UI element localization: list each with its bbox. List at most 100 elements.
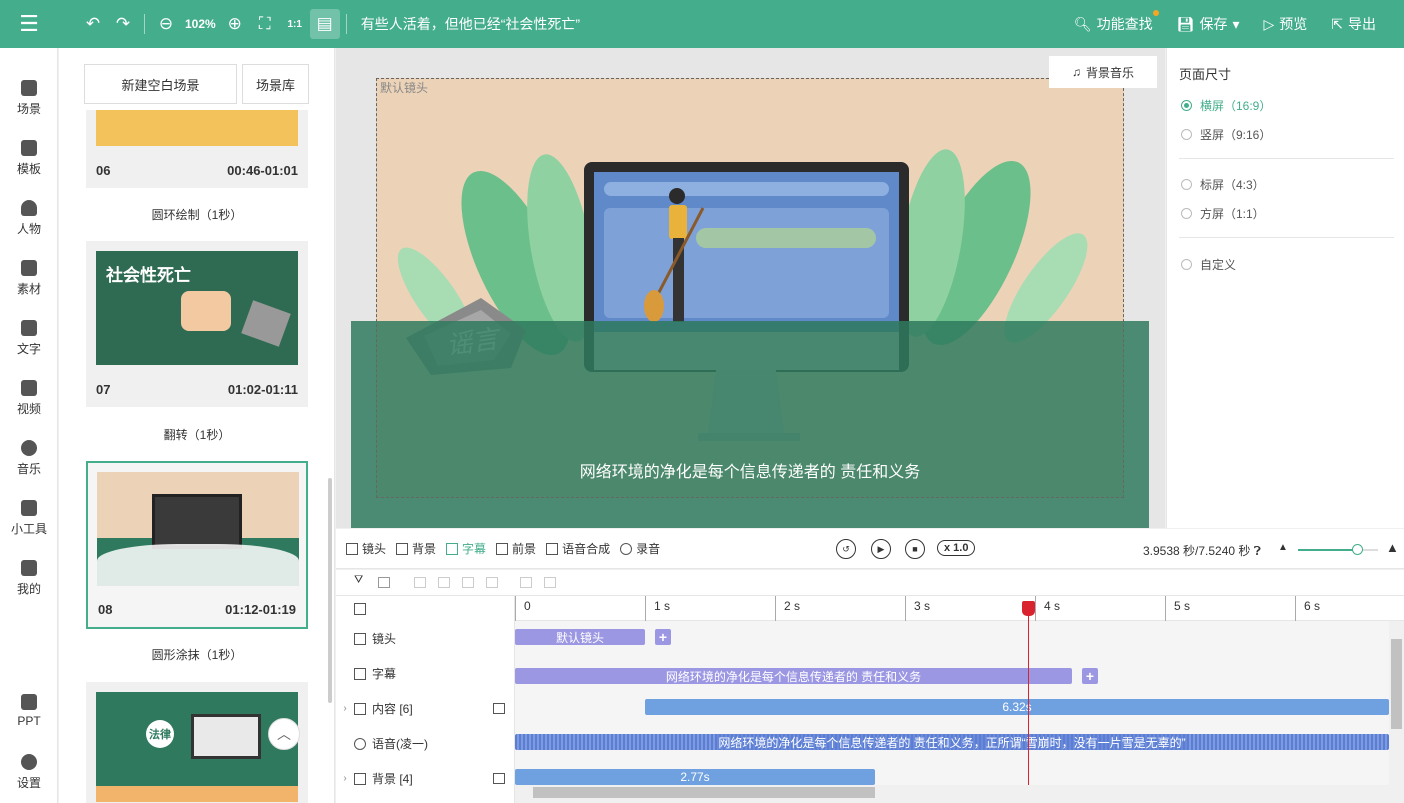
radio-icon (1181, 179, 1192, 190)
scene-card-07[interactable]: 社会性死亡 07 01:02-01:11 (86, 241, 308, 407)
person-icon (21, 200, 37, 216)
add-camera-button[interactable]: + (655, 629, 671, 645)
scene-library-button[interactable]: 场景库 (242, 64, 309, 104)
radio-icon (1181, 259, 1192, 270)
background-segment[interactable]: 2.77s (515, 769, 875, 785)
content-segment[interactable]: 6.32s (645, 699, 1389, 715)
enter-icon[interactable] (493, 773, 505, 784)
filter-icon[interactable]: ⛛ (354, 574, 366, 586)
fullscreen-icon[interactable]: ⛶ (250, 9, 280, 39)
feature-search-button[interactable]: 🔍︎ 功能查找 (1074, 10, 1159, 34)
default-camera-frame[interactable] (376, 78, 1124, 498)
radio-icon (1181, 208, 1192, 219)
nav-item-person[interactable]: 人物 (0, 200, 58, 237)
tab-subtitle[interactable]: 字幕 (446, 540, 486, 557)
actual-size-icon[interactable]: 1:1 (280, 9, 310, 39)
nav-item-ppt[interactable]: PPT (0, 694, 58, 728)
track-subtitle[interactable]: 字幕 (336, 656, 515, 691)
timeline-horizontal-scrollbar[interactable] (515, 785, 1389, 800)
timeline-zoom-slider[interactable] (1298, 544, 1378, 555)
nav-label: 场景 (16, 102, 41, 116)
size-option-custom[interactable]: 自定义 (1181, 256, 1236, 273)
tab-camera[interactable]: 镜头 (346, 540, 386, 557)
size-option-9-16[interactable]: 竖屏（9:16） (1181, 126, 1271, 143)
playhead[interactable] (1028, 601, 1029, 789)
nav-item-template[interactable]: 模板 (0, 140, 58, 177)
nav-item-text[interactable]: 文字 (0, 320, 58, 357)
option-label: 方屏（1:1） (1200, 207, 1265, 221)
add-subtitle-button[interactable]: + (1082, 668, 1098, 684)
undo-icon[interactable]: ↶ (78, 9, 108, 39)
scrollbar-thumb[interactable] (1391, 639, 1402, 729)
play-button[interactable]: ▶ (871, 539, 891, 559)
align-left-icon[interactable] (414, 577, 426, 588)
split-icon[interactable] (544, 577, 556, 588)
nav-item-mine[interactable]: 我的 (0, 560, 58, 597)
chevron-right-icon[interactable]: › (336, 703, 354, 714)
size-option-16-9[interactable]: 横屏（16:9） (1181, 97, 1271, 114)
scene-card-06[interactable]: 06 00:46-01:01 (86, 110, 308, 188)
zoom-out-mountain-icon[interactable]: ▲ (1278, 542, 1288, 553)
stage-subtitle[interactable]: 网络环境的净化是每个信息传递者的 责任和义务 (376, 458, 1124, 482)
divider (1179, 158, 1394, 159)
align-center-icon[interactable] (438, 577, 450, 588)
nav-item-music[interactable]: 音乐 (0, 440, 58, 477)
project-title[interactable]: 有些人活着，但他已经“社会性死亡” (361, 14, 580, 34)
nav-item-video[interactable]: 视频 (0, 380, 58, 417)
group-icon[interactable] (378, 577, 390, 588)
playback-speed[interactable]: x 1.0 (937, 540, 976, 556)
zoom-out-icon[interactable]: ⊖ (151, 9, 181, 39)
subtitle-toggle-icon[interactable]: ▤ (309, 9, 340, 39)
distribute-icon[interactable] (486, 577, 498, 588)
menu-icon[interactable]: ☰ (0, 0, 58, 48)
scrollbar-thumb[interactable] (533, 787, 875, 798)
redo-icon[interactable]: ↷ (108, 9, 138, 39)
time-ruler[interactable]: 0 1 s 2 s 3 s 4 s 5 s 6 s (515, 596, 1404, 621)
enter-icon[interactable] (493, 703, 505, 714)
export-button[interactable]: ⇱ 导出 (1331, 14, 1376, 34)
voice-segment[interactable]: 网络环境的净化是每个信息传递者的 责任和义务，正所谓“雪崩时，没有一片雪是无辜的… (515, 734, 1389, 750)
nav-item-settings[interactable]: 设置 (0, 754, 58, 791)
nav-item-scene[interactable]: 场景 (0, 80, 58, 117)
size-option-1-1[interactable]: 方屏（1:1） (1181, 205, 1265, 222)
background-music-button[interactable]: ♫ 背景音乐 (1049, 56, 1157, 88)
tab-foreground[interactable]: 前景 (496, 540, 536, 557)
nav-item-toolbox[interactable]: 小工具 (0, 500, 58, 537)
stop-button[interactable]: ■ (905, 539, 925, 559)
track-voice[interactable]: 语音(凌一) (336, 726, 515, 761)
slider-knob[interactable] (1352, 544, 1363, 555)
ruler-tick: 6 s (1295, 596, 1320, 621)
transition-label[interactable]: 翻转（1秒） (86, 426, 308, 443)
align-right-icon[interactable] (462, 577, 474, 588)
replay-button[interactable]: ↺ (836, 539, 856, 559)
scene-thumbnail: 法律 (96, 692, 298, 802)
transition-label[interactable]: 圆环绘制（1秒） (86, 206, 308, 223)
transition-label[interactable]: 圆形涂抹（1秒） (86, 646, 308, 663)
save-button[interactable]: 💾︎ 保存 ▾ (1177, 14, 1240, 34)
track-camera[interactable]: 镜头 (336, 621, 515, 656)
zoom-in-mountain-icon[interactable]: ▲ (1386, 540, 1399, 555)
layout-icon[interactable] (354, 602, 366, 615)
tab-speech-synthesis[interactable]: 语音合成 (546, 540, 610, 557)
subtitle-segment[interactable]: 网络环境的净化是每个信息传递者的 责任和义务 (515, 668, 1072, 684)
tab-background[interactable]: 背景 (396, 540, 436, 557)
new-blank-scene-button[interactable]: 新建空白场景 (84, 64, 237, 104)
track-content[interactable]: › 内容 [6] (336, 691, 515, 726)
zoom-in-icon[interactable]: ⊕ (220, 9, 250, 39)
copy-icon[interactable] (520, 577, 532, 588)
camera-segment[interactable]: 默认镜头 (515, 629, 645, 645)
option-label: 横屏（16:9） (1200, 99, 1272, 113)
thumbnail-title: 社会性死亡 (106, 266, 191, 285)
timeline-vertical-scrollbar[interactable] (1389, 621, 1404, 789)
bgm-label: 背景音乐 (1085, 65, 1134, 80)
preview-button[interactable]: ▷ 预览 (1263, 14, 1307, 34)
nav-item-material[interactable]: 素材 (0, 260, 58, 297)
size-option-4-3[interactable]: 标屏（4:3） (1181, 176, 1265, 193)
help-icon[interactable]: ❓︎ (1254, 544, 1261, 558)
scene-card-08[interactable]: 08 01:12-01:19 (86, 461, 308, 629)
scene-list-scrollbar[interactable] (328, 478, 332, 703)
tab-recording[interactable]: 录音 (620, 540, 660, 557)
scroll-to-top-button[interactable]: ︿ (268, 718, 300, 750)
chevron-right-icon[interactable]: › (336, 773, 354, 784)
track-background[interactable]: › 背景 [4] (336, 761, 515, 796)
